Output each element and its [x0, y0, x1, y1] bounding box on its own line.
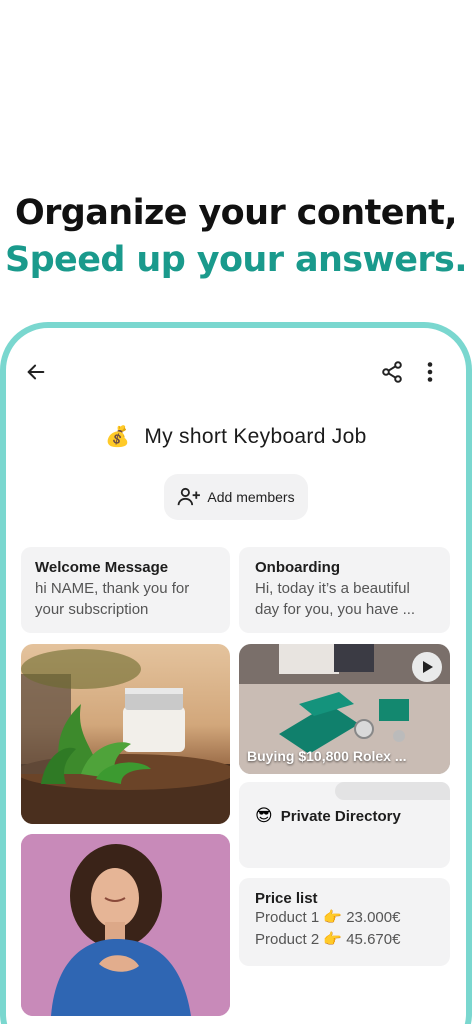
rolex-video-card[interactable]: Buying $10,800 Rolex ...: [239, 644, 450, 774]
app-screen: 💰 My short Keyboard Job Add members Welc…: [6, 328, 466, 1024]
page-title: My short Keyboard Job: [144, 424, 367, 448]
headline-line-2: Speed up your answers.: [5, 240, 468, 280]
add-members-label: Add members: [207, 489, 295, 505]
card-title: Onboarding: [255, 559, 340, 576]
add-person-icon: [178, 487, 201, 506]
price-list-card[interactable]: Price list Product 1 👉 23.000€ Product 2…: [239, 878, 450, 966]
share-button[interactable]: [376, 356, 408, 388]
share-icon: [382, 361, 402, 383]
welcome-message-card[interactable]: Welcome Message hi NAME, thank you for y…: [21, 547, 230, 633]
arrow-left-icon: [27, 364, 45, 380]
woman-photo: [21, 834, 230, 1016]
card-title: Price list: [255, 890, 318, 907]
card-body: Hi, today it’s a beautiful day for you, …: [255, 580, 416, 618]
plant-product-photo: [21, 649, 230, 824]
folder-tab: [335, 782, 450, 800]
price-line-1: Product 1 👉 23.000€: [255, 909, 401, 926]
more-vertical-icon: [427, 362, 433, 382]
back-button[interactable]: [20, 356, 52, 388]
money-bag-icon: 💰: [105, 426, 131, 448]
more-options-button[interactable]: [414, 356, 446, 388]
play-icon: [423, 661, 433, 673]
woman-photo-card[interactable]: [21, 834, 230, 1016]
top-bar: [20, 356, 446, 386]
folder-title-row: 💰 My short Keyboard Job: [6, 424, 466, 449]
private-directory-row: 😎 Private Directory: [255, 806, 401, 826]
sunglasses-icon: 😎: [255, 806, 273, 825]
private-directory-card[interactable]: 😎 Private Directory: [239, 782, 450, 868]
play-button[interactable]: [412, 652, 442, 682]
headline: Organize your content, Speed up your ans…: [0, 190, 472, 284]
card-body: hi NAME, thank you for your subscription: [35, 580, 190, 618]
video-caption: Buying $10,800 Rolex ...: [247, 748, 407, 764]
onboarding-card[interactable]: Onboarding Hi, today it’s a beautiful da…: [239, 547, 450, 633]
card-title: Private Directory: [280, 807, 401, 825]
price-line-2: Product 2 👉 45.670€: [255, 931, 401, 948]
add-members-button[interactable]: Add members: [164, 474, 308, 520]
card-title: Welcome Message: [35, 559, 169, 576]
plant-product-image-card[interactable]: [21, 644, 230, 824]
headline-line-1: Organize your content,: [14, 193, 458, 233]
